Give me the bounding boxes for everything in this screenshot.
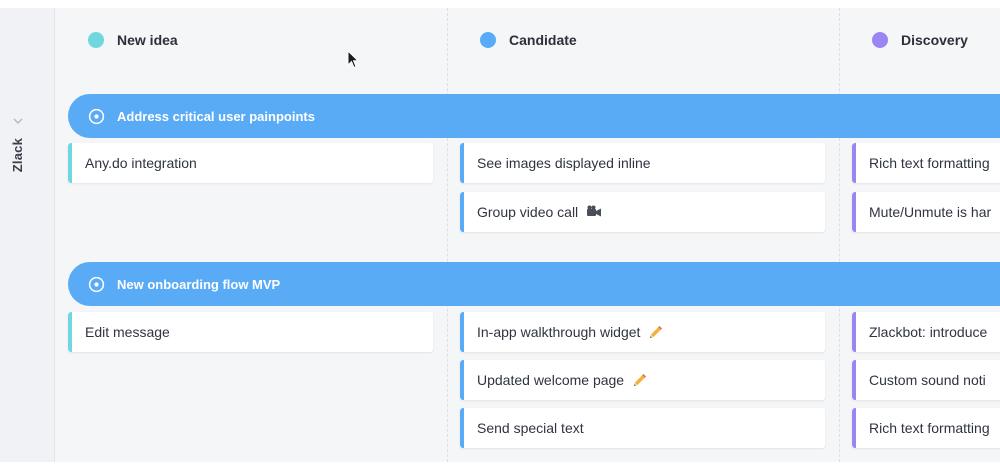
- card-title: Group video call: [477, 204, 579, 220]
- group-label[interactable]: Zlack: [10, 138, 25, 172]
- status-dot-candidate: [480, 32, 496, 48]
- initiative-title: New onboarding flow MVP: [117, 276, 281, 292]
- initiative-title: Address critical user painpoints: [117, 108, 315, 124]
- card-title: Rich text formatting: [869, 155, 990, 171]
- chevron-down-icon[interactable]: [11, 114, 25, 128]
- card-title: Edit message: [85, 324, 170, 340]
- card-title: Rich text formatting: [869, 420, 990, 436]
- feature-card[interactable]: Send special text: [460, 408, 825, 448]
- feature-card[interactable]: See images displayed inline: [460, 143, 825, 183]
- pencil-icon: [650, 326, 663, 338]
- bottom-edge: [0, 462, 1000, 469]
- card-title: In-app walkthrough widget: [477, 324, 641, 340]
- roadmap-board: Zlack New idea Candidate Discovery Addre…: [0, 0, 1000, 469]
- pencil-icon: [634, 374, 647, 386]
- feature-card[interactable]: Zlackbot: introduce: [852, 312, 1000, 352]
- column-header-discovery[interactable]: Discovery: [872, 28, 968, 52]
- column-header-candidate[interactable]: Candidate: [480, 28, 577, 52]
- mouse-cursor-icon: [347, 50, 360, 69]
- column-title: New idea: [117, 32, 178, 48]
- card-title: See images displayed inline: [477, 155, 651, 171]
- feature-card[interactable]: Custom sound noti: [852, 360, 1000, 400]
- status-dot-new-idea: [88, 32, 104, 48]
- feature-card[interactable]: Rich text formatting: [852, 143, 1000, 183]
- status-dot-discovery: [872, 32, 888, 48]
- column-title: Candidate: [509, 32, 577, 48]
- column-divider: [447, 8, 448, 462]
- card-title: Zlackbot: introduce: [869, 324, 988, 340]
- initiative-bar[interactable]: New onboarding flow MVP: [68, 262, 1000, 306]
- card-title: Custom sound noti: [869, 372, 986, 388]
- feature-card[interactable]: In-app walkthrough widget: [460, 312, 825, 352]
- card-title: Send special text: [477, 420, 584, 436]
- video-camera-icon: [587, 205, 602, 217]
- feature-card[interactable]: Mute/Unmute is har: [852, 192, 1000, 232]
- card-title: Updated welcome page: [477, 372, 625, 388]
- column-header-new-idea[interactable]: New idea: [88, 28, 178, 52]
- card-title: Any.do integration: [85, 155, 197, 171]
- target-icon: [88, 276, 105, 292]
- target-icon: [88, 108, 105, 124]
- column-divider: [839, 8, 840, 462]
- feature-card[interactable]: Edit message: [68, 312, 433, 352]
- initiative-bar[interactable]: Address critical user painpoints: [68, 94, 1000, 138]
- feature-card[interactable]: Updated welcome page: [460, 360, 825, 400]
- feature-card[interactable]: Group video call: [460, 192, 825, 232]
- card-title: Mute/Unmute is har: [869, 204, 992, 220]
- top-edge: [0, 0, 1000, 8]
- feature-card[interactable]: Rich text formatting: [852, 408, 1000, 448]
- group-rail: Zlack: [0, 8, 55, 462]
- feature-card[interactable]: Any.do integration: [68, 143, 433, 183]
- column-title: Discovery: [901, 32, 968, 48]
